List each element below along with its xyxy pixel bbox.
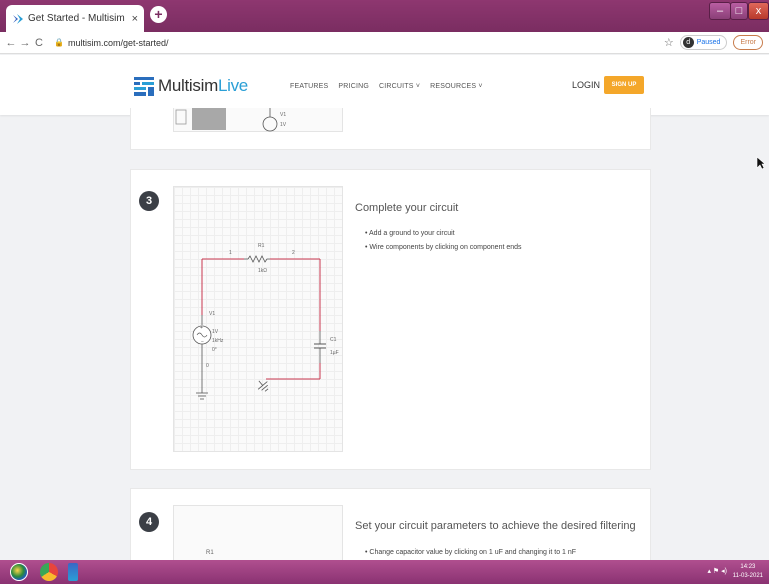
close-window-button[interactable]: x	[748, 2, 769, 20]
bookmark-star-icon[interactable]: ☆	[664, 36, 674, 49]
clock-date: 11-03-2021	[732, 573, 763, 579]
step-4-bullets: Change capacitor value by clicking on 1 …	[365, 546, 576, 560]
nav-circuits-label: CIRCUITS	[379, 83, 414, 90]
circuit-schematic: R1 1kΩ 1 2 + − V1 1V 1kHz 0° 0 C1 1µF	[192, 243, 339, 400]
mouse-cursor-icon	[756, 156, 766, 170]
schematic-partial: V1 1V	[175, 108, 287, 132]
chevron-down-icon: ˅	[415, 83, 421, 90]
tab-close-icon[interactable]: ×	[132, 13, 138, 25]
back-button[interactable]: ←	[4, 37, 18, 49]
browser-tab[interactable]: Get Started - Multisim Liv ×	[6, 5, 144, 32]
system-tray-icons[interactable]: ▴ ⚑ ◂)	[707, 567, 727, 575]
step-card-3: 3 R1 1kΩ 1 2 + − V1 1V 1kHz 0° 0 C1 1µF …	[130, 169, 651, 470]
multisim-taskbar-icon[interactable]	[68, 563, 78, 581]
v1-phase-label: 0°	[212, 347, 217, 353]
list-item: Wire components by clicking on component…	[365, 241, 521, 255]
reload-button[interactable]: C	[32, 37, 46, 49]
v1-amp-label: 1V	[212, 329, 219, 335]
multisim-live-logo[interactable]: MultisimLive	[133, 75, 248, 97]
tab-title: Get Started - Multisim Liv	[28, 13, 128, 24]
new-tab-button[interactable]: +	[150, 6, 167, 23]
chevron-down-icon: ˅	[478, 83, 483, 90]
node-1-label: 1	[229, 250, 232, 256]
main-nav: FEATURES PRICING CIRCUITS ˅ RESOURCES ˅	[290, 83, 483, 90]
browser-titlebar: Get Started - Multisim Liv × + – □ x	[0, 0, 769, 32]
schematic-canvas[interactable]: R1 1kΩ 1 2 + − V1 1V 1kHz 0° 0 C1 1µF	[173, 186, 343, 452]
c1-value-label: 1µF	[330, 350, 339, 356]
resistor-r1[interactable]	[247, 255, 270, 263]
r1-label: R1	[206, 550, 214, 556]
windows-taskbar: ▴ ⚑ ◂) 14:23 11-03-2021	[0, 560, 769, 584]
nav-circuits[interactable]: CIRCUITS ˅	[379, 83, 420, 90]
start-button-icon[interactable]	[10, 563, 28, 581]
error-button[interactable]: Error	[733, 35, 763, 50]
ground-symbol[interactable]	[196, 387, 208, 400]
signup-button[interactable]: SIGN UP	[604, 76, 644, 94]
step-card-4: 4 R1 Set your circuit parameters to achi…	[130, 488, 651, 569]
login-link[interactable]: LOGIN	[572, 80, 600, 90]
list-item: Add a ground to your circuit	[365, 227, 522, 241]
profile-paused-button[interactable]: d Paused	[679, 35, 728, 50]
logo-text-live: Live	[217, 76, 248, 95]
step-3-bullets: Add a ground to your circuit Wire compon…	[365, 227, 522, 255]
svg-text:−: −	[201, 339, 204, 345]
list-item: Change capacitor value by clicking on 1 …	[365, 546, 576, 560]
step-number-badge: 3	[139, 191, 159, 211]
schematic-canvas: V1 1V	[173, 108, 343, 132]
r1-label: R1	[258, 243, 265, 249]
logo-mark-icon	[134, 77, 154, 96]
c1-label: C1	[330, 337, 337, 343]
forward-button[interactable]: →	[18, 37, 32, 49]
v1-freq-label: 1kHz	[212, 338, 224, 344]
clock-time: 14:23	[740, 564, 756, 570]
paused-label: Paused	[696, 39, 721, 46]
prev-label-v1: V1	[280, 112, 286, 118]
nav-pricing[interactable]: PRICING	[338, 83, 369, 90]
node-2-label: 2	[292, 250, 295, 256]
step-4-title: Set your circuit parameters to achieve t…	[355, 520, 636, 532]
step-number-badge: 4	[139, 512, 159, 532]
multisim-favicon-icon	[13, 13, 23, 24]
browser-toolbar: ← → C 🔒 multisim.com/get-started/ ☆ d Pa…	[0, 32, 769, 54]
logo-text: MultisimLive	[158, 76, 248, 96]
dragged-ground-symbol[interactable]	[254, 377, 271, 394]
nav-resources-label: RESOURCES	[430, 83, 477, 90]
logo-text-multisim: Multisim	[158, 76, 218, 95]
r1-value-label: 1kΩ	[258, 268, 267, 274]
minimize-button[interactable]: –	[709, 2, 731, 20]
nav-features[interactable]: FEATURES	[290, 83, 328, 90]
node-0-label: 0	[206, 363, 209, 369]
step-card-previous: V1 1V	[130, 108, 651, 150]
system-clock[interactable]: 14:23 11-03-2021	[733, 563, 763, 581]
step-3-title: Complete your circuit	[355, 202, 459, 214]
maximize-button[interactable]: □	[730, 2, 748, 20]
lock-icon: 🔒	[54, 38, 64, 47]
svg-text:+: +	[200, 325, 203, 331]
prev-label-1v: 1V	[280, 122, 287, 128]
chrome-taskbar-icon[interactable]	[40, 563, 58, 581]
profile-avatar: d	[682, 37, 694, 48]
v1-label: V1	[209, 311, 215, 317]
site-header: MultisimLive FEATURES PRICING CIRCUITS ˅…	[0, 55, 769, 115]
address-bar[interactable]: multisim.com/get-started/	[68, 38, 169, 48]
nav-resources[interactable]: RESOURCES ˅	[430, 83, 483, 90]
